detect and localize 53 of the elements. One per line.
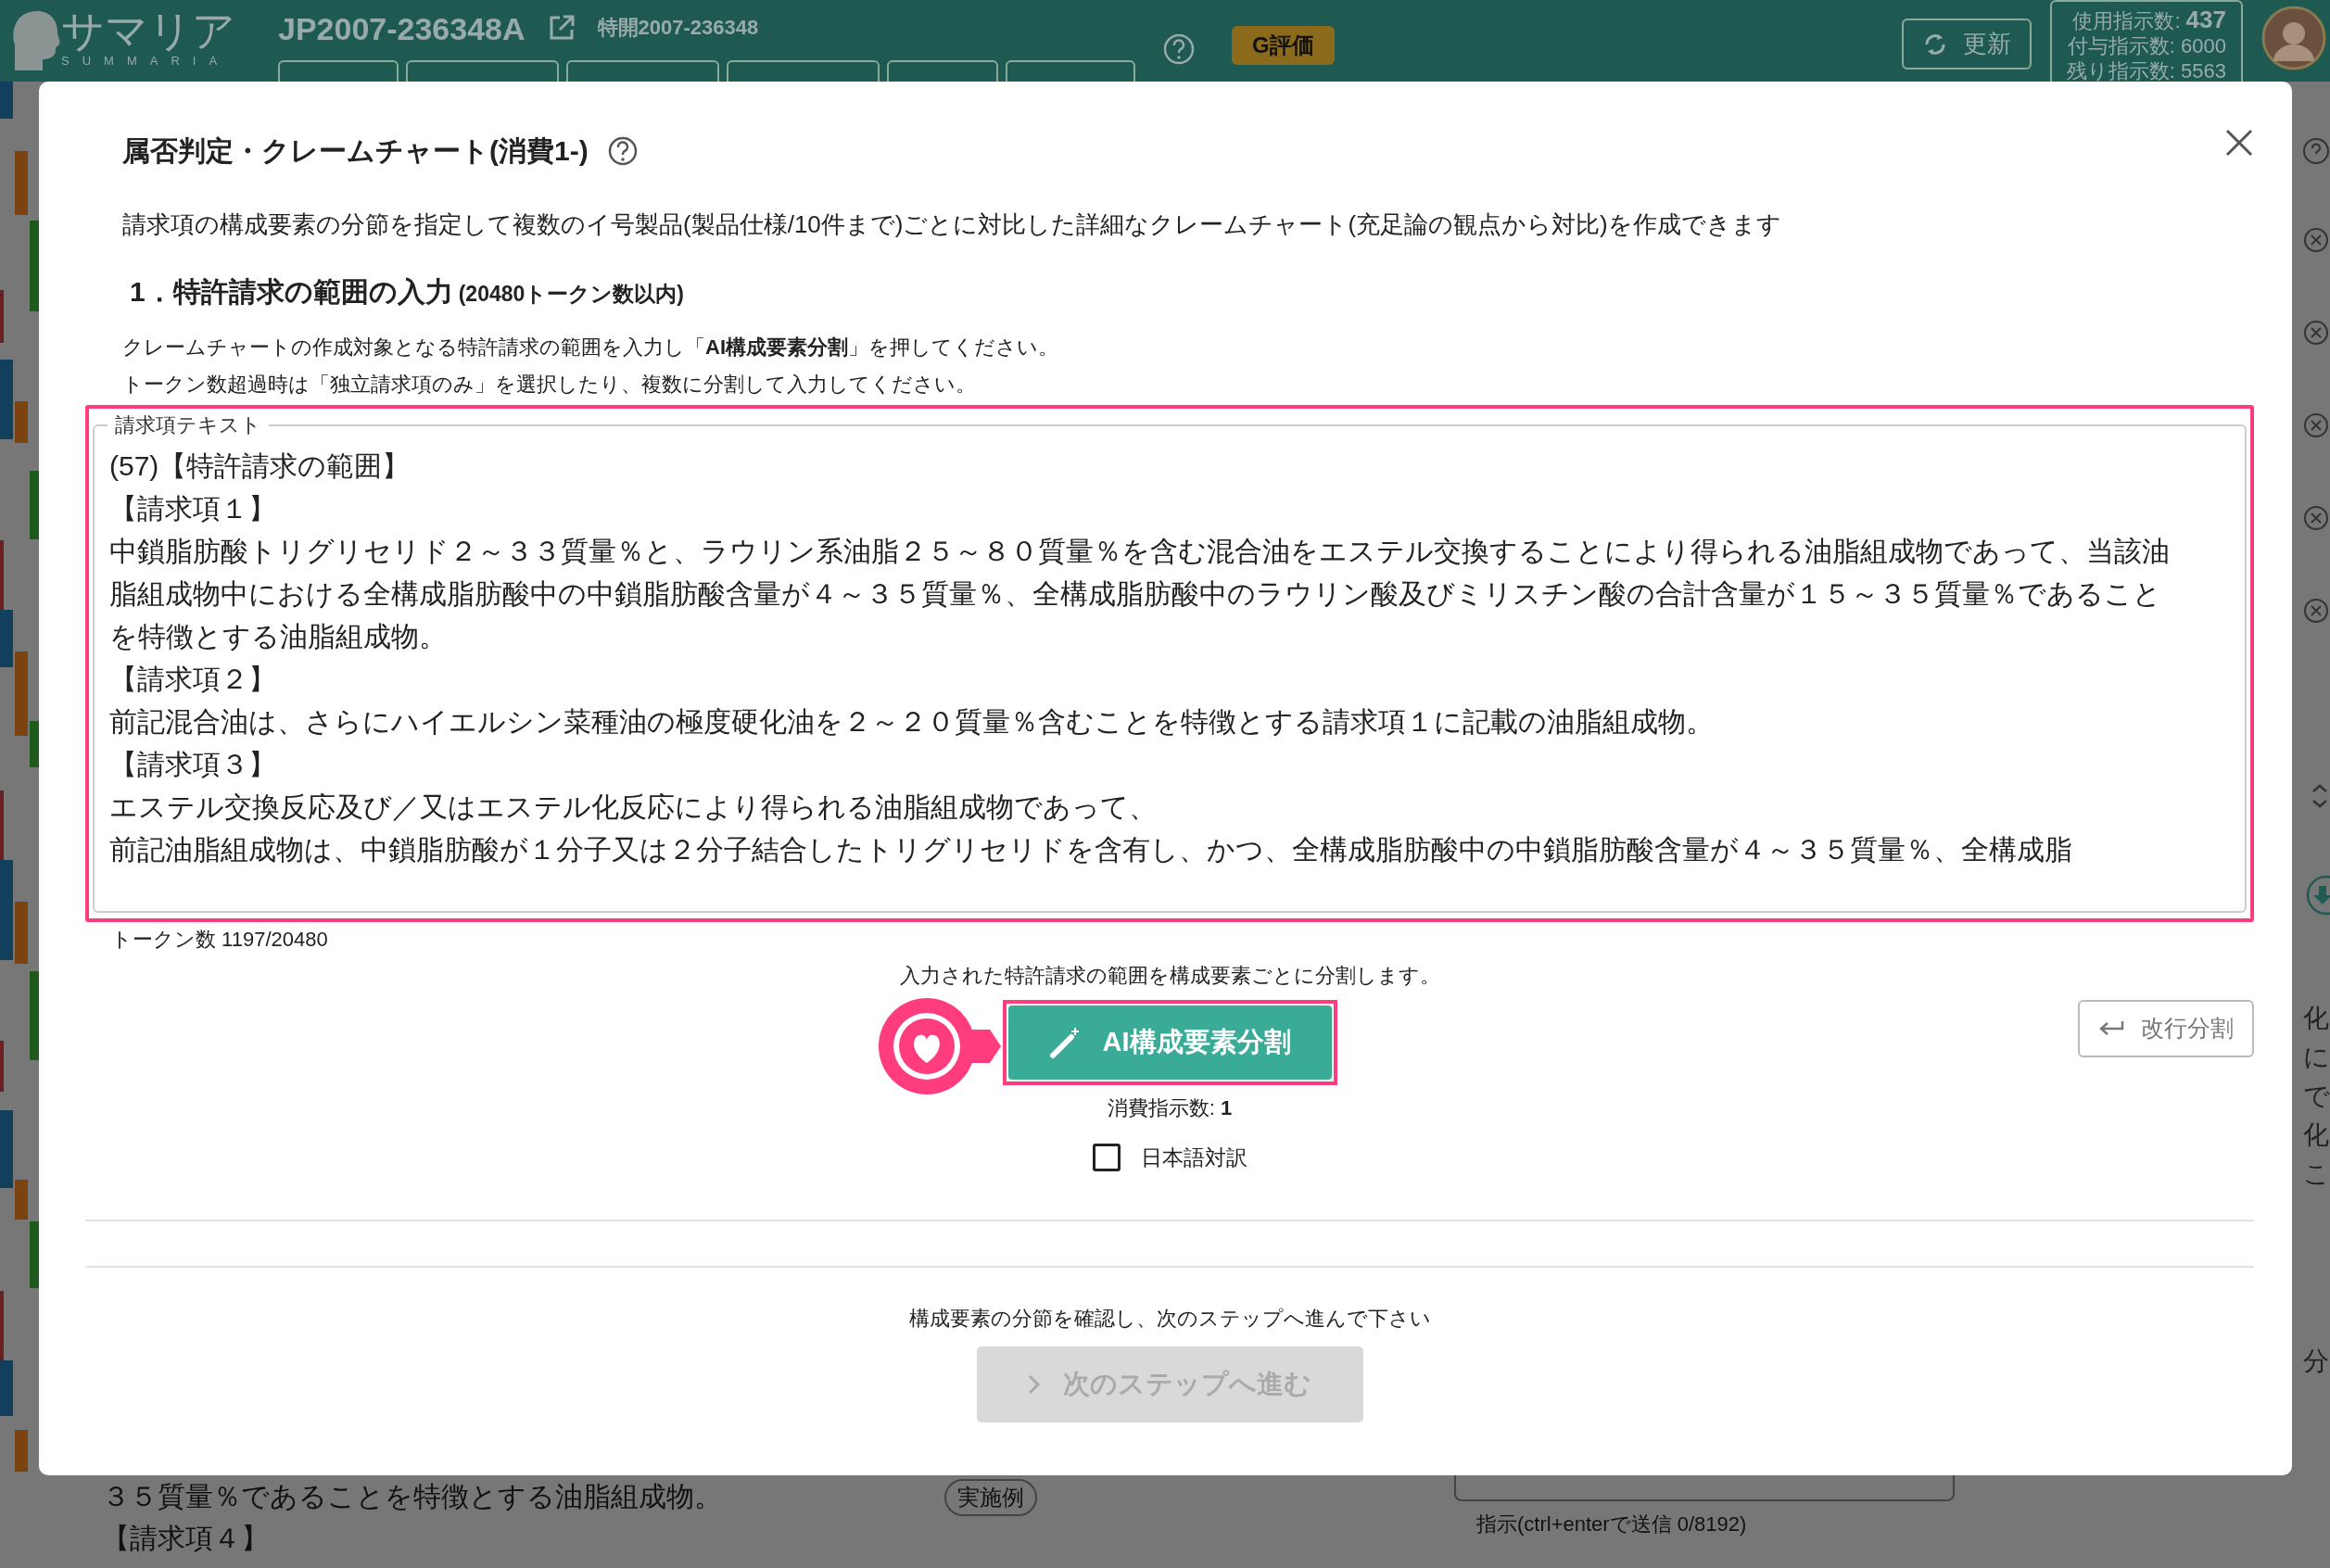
- close-circle-icon[interactable]: [2302, 226, 2330, 254]
- split-hint: 入力された特許請求の範囲を構成要素ごとに分割します。: [898, 963, 1441, 989]
- token-count: トークン数 1197/20480: [110, 927, 329, 953]
- claim-text: 【請求項３】: [109, 747, 277, 781]
- next-step-hint: 構成要素の分節を確認し、次のステップへ進んで下さい: [907, 1306, 1432, 1332]
- side-text: 分: [2303, 1346, 2330, 1377]
- prompt-hint: 指示(ctrl+enterで送信 0/8192): [1476, 1511, 1748, 1537]
- close-icon[interactable]: [2224, 127, 2254, 158]
- claim-text: 中鎖脂肪酸トリグリセリド２～３３質量％と、ラウリン系油脂２５～８０質量％を含む混合油をエステル交換することにより得られる油脂組成物であって、当該油脂組成物中における全構成脂肪酸中の中鎖脂肪酸含量が４～３５質量％、全構成脂肪酸中のラウリン酸及びミリスチン酸の合計含量が１５～３５質量％であることを特徴とする油脂組成物。: [109, 534, 2171, 653]
- avatar-icon[interactable]: [2261, 6, 2326, 70]
- claim-text: エステル交換反応及び／又はエステル化反応により得られる油脂組成物であって、: [109, 790, 1158, 824]
- close-circle-icon[interactable]: [2302, 319, 2330, 347]
- claim-text: (57)【特許請求の範囲】: [109, 449, 412, 483]
- claim-text: 【請求項２】: [109, 662, 277, 696]
- return-arrow-icon: [2098, 1018, 2124, 1038]
- close-circle-icon[interactable]: [2302, 597, 2330, 625]
- usage-count: 使用指示数: 437: [2071, 6, 2226, 35]
- rating-badge[interactable]: G評価: [1232, 26, 1335, 65]
- checkbox-label: 日本語対訳: [1140, 1144, 1247, 1171]
- modal-title: 属否判定・クレームチャート(消費1-): [122, 134, 589, 168]
- close-circle-icon[interactable]: [2302, 504, 2330, 532]
- token-limit-note: (20480トークン数以内): [458, 281, 684, 308]
- cost-text: 消費指示数: 1: [1106, 1094, 1234, 1121]
- side-text: 化: [2303, 1119, 2330, 1151]
- side-text: に: [2303, 1042, 2330, 1073]
- checkbox[interactable]: [1092, 1143, 1121, 1171]
- side-text: で: [2303, 1081, 2330, 1112]
- refresh-button[interactable]: 更新: [1901, 19, 2032, 70]
- instruction-text: トークン数超過時は「独立請求項のみ」を選択したり、複数に分割して入力してください。: [122, 372, 977, 398]
- claim-text: 前記混合油は、さらにハイエルシン菜種油の極度硬化油を２～２０質量％含むことを特徴とする請求項１に記載の油脂組成物。: [109, 704, 1715, 739]
- help-icon[interactable]: [1163, 33, 1195, 65]
- chevron-right-icon: [1028, 1374, 1041, 1395]
- remaining-count: 残り指示数: 5563: [2066, 58, 2226, 82]
- side-text: こ: [2303, 1158, 2330, 1190]
- line-split-button[interactable]: 改行分割: [2078, 1000, 2254, 1057]
- close-circle-icon[interactable]: [2302, 411, 2330, 439]
- field-legend: 請求項テキスト: [108, 412, 269, 439]
- example-tag[interactable]: 実施例: [944, 1479, 1037, 1516]
- granted-count: 付与指示数: 6000: [2066, 34, 2226, 59]
- claim-heading: 【請求項４】: [102, 1522, 270, 1555]
- modal-description: 請求項の構成要素の分節を指定して複数のイ号製品(製品仕様/10件まで)ごとに対比した詳細なクレームチャート(充足論の観点から対比)を作成できます: [121, 209, 1782, 240]
- claim-text: ３５質量％であることを特徴とする油脂組成物。: [102, 1480, 722, 1513]
- section-heading: 1．特許請求の範囲の入力: [130, 275, 453, 309]
- document-number: JP2007-236348A: [278, 10, 526, 48]
- logo-text: サマリア: [61, 9, 235, 53]
- claim-text: 前記油脂組成物は、中鎖脂肪酸が１分子又は２分子結合したトリグリセリドを含有し、かつ、全構成脂肪酸中の中鎖脂肪酸含量が４～３５質量％、全構成脂: [109, 832, 2073, 866]
- logo-subtext: SUMMARIA: [61, 53, 232, 70]
- claim-text: 【請求項１】: [109, 491, 277, 525]
- publication-number: 特開2007-236348: [597, 15, 759, 41]
- side-text: 化: [2303, 1003, 2330, 1034]
- instruction-text: クレームチャートの作成対象となる特許請求の範囲を入力し「AI構成要素分割」を押してください。: [122, 335, 1059, 360]
- help-icon[interactable]: [606, 134, 639, 167]
- ai-split-button[interactable]: AI構成要素分割: [1007, 1005, 1332, 1080]
